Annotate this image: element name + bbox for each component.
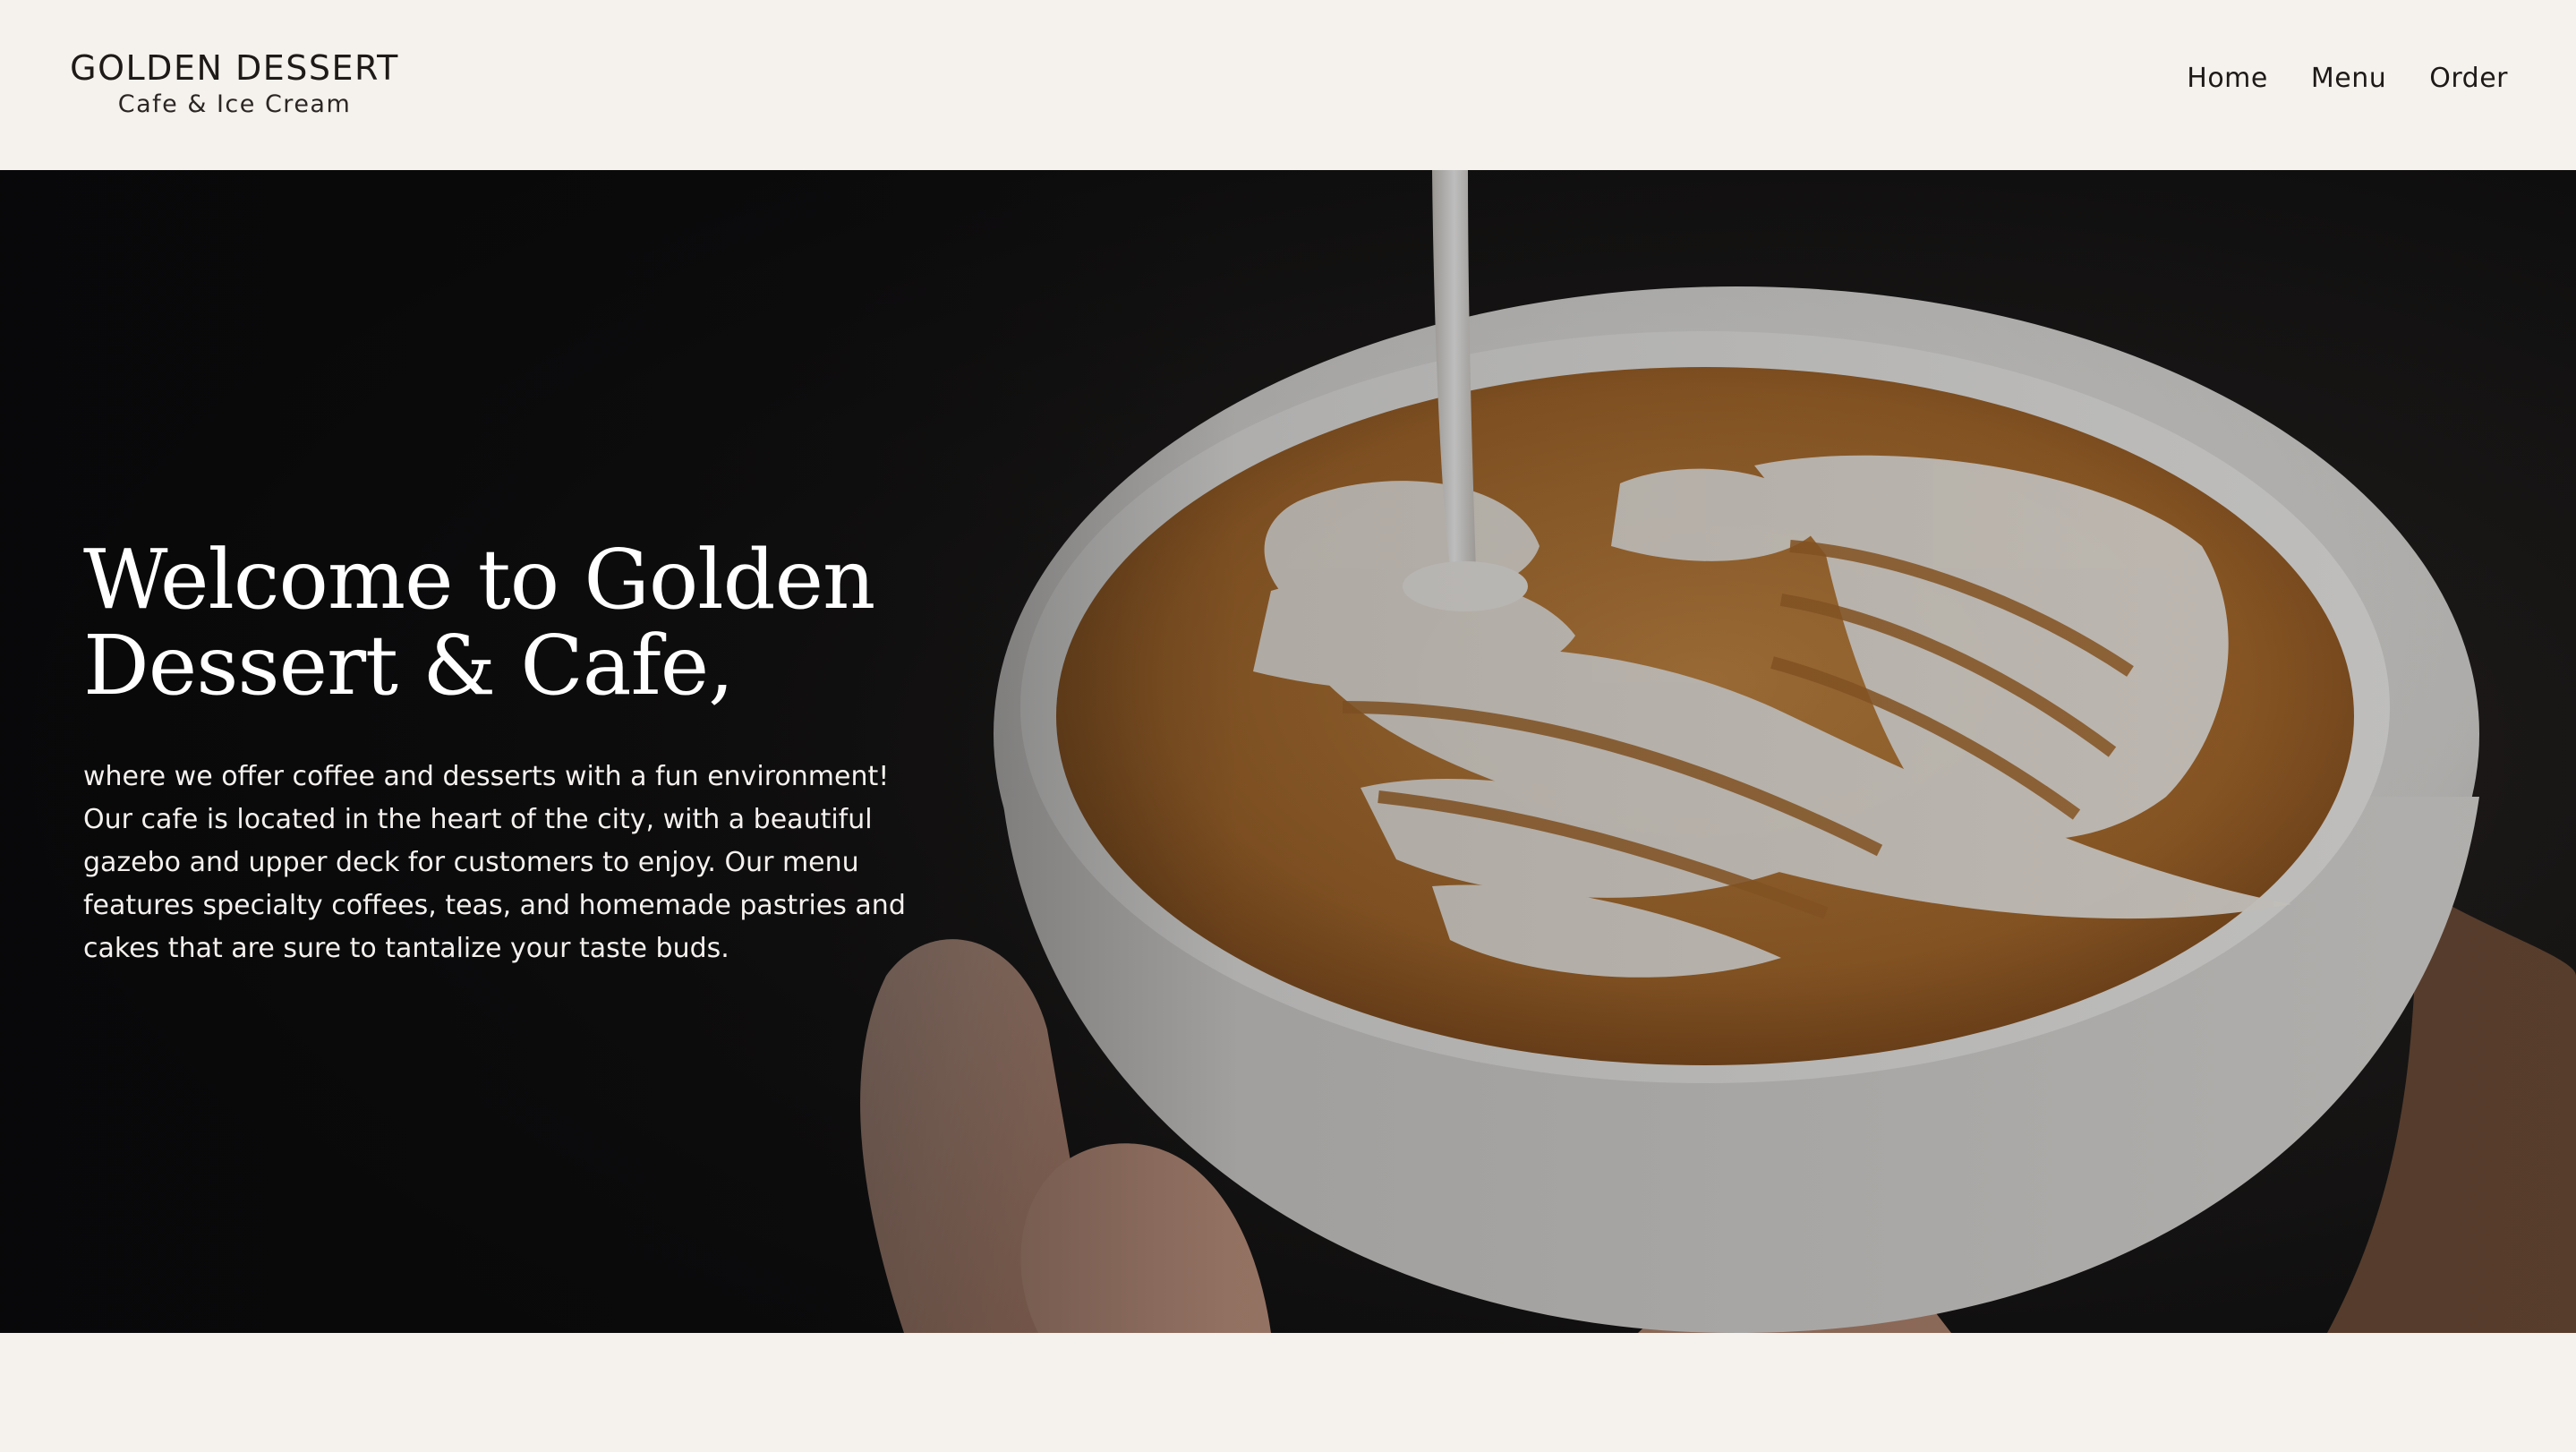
brand-subtitle: Cafe & Ice Cream	[117, 90, 352, 118]
nav-home-link[interactable]: Home	[2187, 63, 2268, 94]
main-nav: Home Menu Order	[2187, 63, 2508, 94]
site-header: GOLDEN DESSERT Cafe & Ice Cream Home Men…	[0, 0, 2576, 170]
nav-order-link[interactable]: Order	[2429, 63, 2508, 94]
hero-description: where we offer coffee and desserts with …	[83, 761, 906, 964]
nav-menu-link[interactable]: Menu	[2311, 63, 2386, 94]
hero-section: Welcome to Golden Dessert & Cafe, where …	[0, 170, 2576, 1333]
brand-logo[interactable]: GOLDEN DESSERT Cafe & Ice Cream	[68, 47, 401, 120]
brand-title: GOLDEN DESSERT	[70, 48, 399, 88]
hero-title: Welcome to Golden Dessert & Cafe,	[83, 532, 875, 713]
hero-content: Welcome to Golden Dessert & Cafe, where …	[83, 537, 987, 970]
page-bottom-band	[0, 1333, 2576, 1452]
